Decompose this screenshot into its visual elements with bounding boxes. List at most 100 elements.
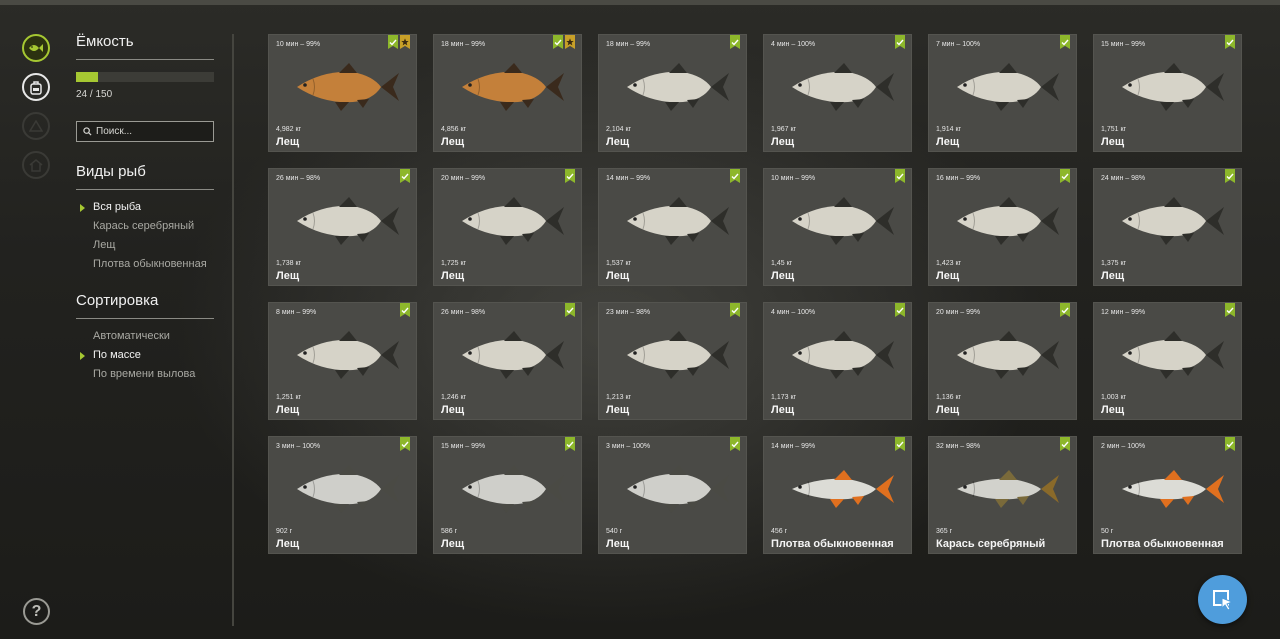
fish-card[interactable]: 20 мин – 99% 1,136 кг Лещ [928,302,1077,420]
fish-card[interactable]: 14 мин – 99% 456 г Плотва обыкновенная [763,436,912,554]
search-input[interactable]: Поиск... [76,121,214,142]
fish-card[interactable]: 18 мин – 99% 4,856 кг Лещ [433,34,582,152]
fish-image [943,57,1063,113]
fish-name: Плотва обыкновенная [1101,538,1224,550]
fish-name: Лещ [606,270,630,282]
fish-card[interactable]: 23 мин – 98% 1,213 кг Лещ [598,302,747,420]
fish-card[interactable]: 12 мин – 99% 1,003 кг Лещ [1093,302,1242,420]
fish-weight: 1,251 кг [276,394,302,401]
sort-option[interactable]: По времени вылова [93,368,195,380]
fish-image [283,459,403,515]
divider [76,318,214,319]
fish-card[interactable]: 14 мин – 99% 1,537 кг Лещ [598,168,747,286]
divider [76,189,214,190]
fish-weight: 1,914 кг [936,126,962,133]
fish-name: Лещ [936,270,960,282]
fish-card[interactable]: 18 мин – 99% 2,104 кг Лещ [598,34,747,152]
check-icon [895,169,905,183]
fish-card[interactable]: 26 мин – 98% 1,246 кг Лещ [433,302,582,420]
check-icon [1225,35,1235,49]
card-flags [895,169,905,183]
fish-card[interactable]: 3 мин – 100% 902 г Лещ [268,436,417,554]
card-flags [1225,35,1235,49]
fish-weight: 4,856 кг [441,126,467,133]
fish-weight: 1,003 кг [1101,394,1127,401]
fish-image [448,325,568,381]
catch-time-quality: 7 мин – 100% [936,41,981,48]
fish-card[interactable]: 24 мин – 98% 1,375 кг Лещ [1093,168,1242,286]
capacity-text: 24 / 150 [76,89,113,100]
icon-rail: ? [0,0,72,639]
fish-weight: 586 г [441,528,458,535]
check-icon [1225,169,1235,183]
card-flags [1225,437,1235,451]
fish-image [1108,191,1228,247]
vertical-divider [232,34,234,626]
fish-image [448,57,568,113]
card-flags [1060,303,1070,317]
fish-name: Плотва обыкновенная [771,538,894,550]
fish-card[interactable]: 32 мин – 98% 365 г Карась серебряный [928,436,1077,554]
fish-name: Лещ [441,538,465,550]
capacity-bar-fill [76,72,99,82]
fish-card[interactable]: 10 мин – 99% 1,45 кг Лещ [763,168,912,286]
species-filter-option[interactable]: Лещ [93,239,115,251]
card-flags [1060,437,1070,451]
fish-name: Карась серебряный [936,538,1046,550]
fish-card[interactable]: 15 мин – 99% 1,751 кг Лещ [1093,34,1242,152]
fish-icon[interactable] [22,34,50,62]
fish-card[interactable]: 2 мин – 100% 50 г Плотва обыкновенная [1093,436,1242,554]
check-icon [565,169,575,183]
species-filter-option[interactable]: Плотва обыкновенная [93,258,207,270]
catch-time-quality: 20 мин – 99% [936,309,981,316]
check-icon [388,35,398,49]
fish-card[interactable]: 3 мин – 100% 540 г Лещ [598,436,747,554]
capacity-title: Ёмкость [76,33,134,50]
check-icon [553,35,563,49]
card-flags [730,437,740,451]
divider [76,59,214,60]
species-filter-option[interactable]: Вся рыба [79,201,141,213]
catch-time-quality: 14 мин – 99% [606,175,651,182]
card-flags [895,35,905,49]
catch-time-quality: 26 мин – 98% [276,175,321,182]
card-flags [565,303,575,317]
card-flags [565,169,575,183]
fish-name: Лещ [1101,270,1125,282]
fish-card[interactable]: 4 мин – 100% 1,967 кг Лещ [763,34,912,152]
card-flags [1225,303,1235,317]
fish-name: Лещ [936,404,960,416]
catch-time-quality: 4 мин – 100% [771,309,816,316]
sort-option[interactable]: Автоматически [93,330,170,342]
fish-name: Лещ [1101,136,1125,148]
species-filter-option[interactable]: Карась серебряный [93,220,194,232]
fish-weight: 1,136 кг [936,394,962,401]
fish-card[interactable]: 10 мин – 99% 4,982 кг Лещ [268,34,417,152]
fish-weight: 365 г [936,528,953,535]
fish-card[interactable]: 8 мин – 99% 1,251 кг Лещ [268,302,417,420]
backpack-icon[interactable] [22,73,50,101]
sort-option[interactable]: По массе [80,349,141,361]
fish-weight: 540 г [606,528,623,535]
fish-card[interactable]: 7 мин – 100% 1,914 кг Лещ [928,34,1077,152]
catch-time-quality: 14 мин – 99% [771,443,816,450]
fish-name: Лещ [276,136,300,148]
help-icon[interactable]: ? [23,598,50,625]
star-icon [400,35,410,49]
fish-card[interactable]: 15 мин – 99% 586 г Лещ [433,436,582,554]
fish-image [1108,57,1228,113]
catch-time-quality: 24 мин – 98% [1101,175,1146,182]
fish-image [778,459,898,515]
catch-time-quality: 2 мин – 100% [1101,443,1146,450]
cursor-action-button[interactable] [1198,575,1247,624]
fish-card[interactable]: 16 мин – 99% 1,423 кг Лещ [928,168,1077,286]
card-flags [895,303,905,317]
fish-weight: 1,375 кг [1101,260,1127,267]
fish-card[interactable]: 26 мин – 98% 1,738 кг Лещ [268,168,417,286]
fish-image [613,459,733,515]
catch-time-quality: 32 мин – 98% [936,443,981,450]
fish-card[interactable]: 4 мин – 100% 1,173 кг Лещ [763,302,912,420]
fish-image [448,191,568,247]
fish-card[interactable]: 20 мин – 99% 1,725 кг Лещ [433,168,582,286]
fish-name: Лещ [771,270,795,282]
